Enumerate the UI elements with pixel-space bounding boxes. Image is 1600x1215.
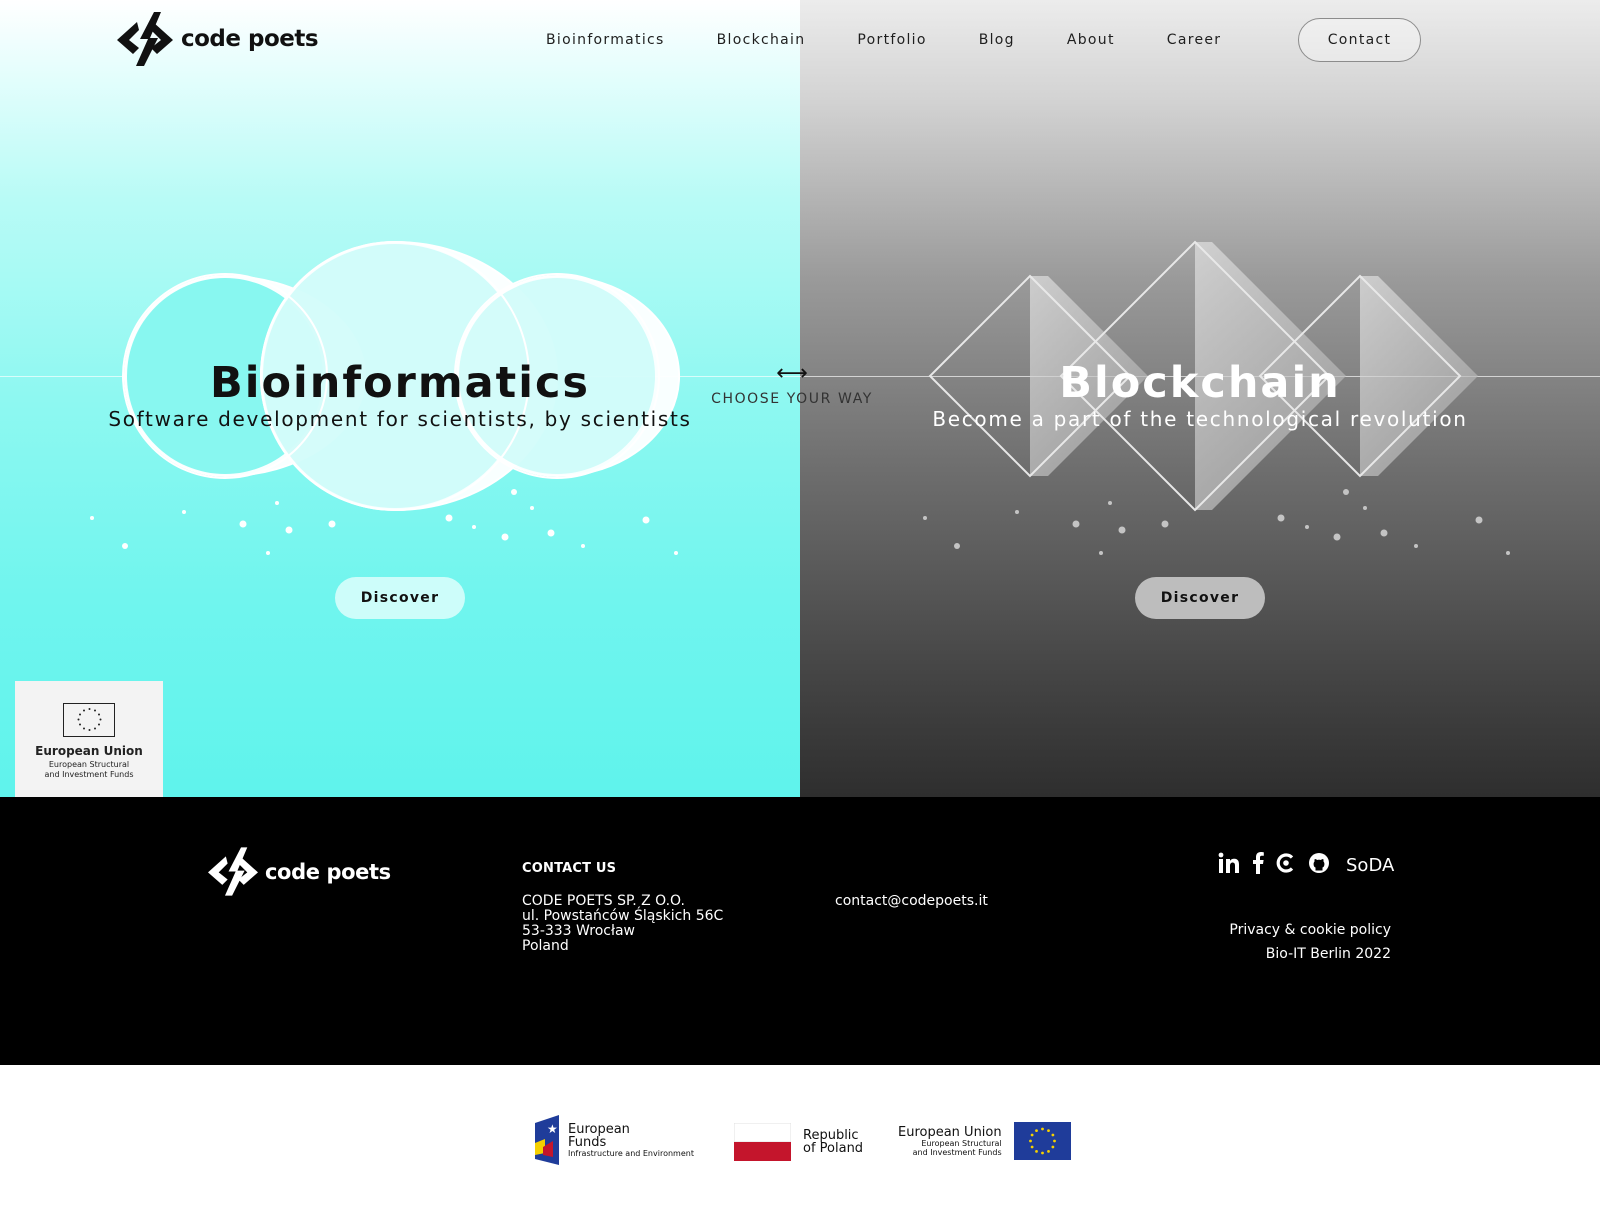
footer-logo-text: code poets bbox=[265, 859, 391, 884]
footer-logo[interactable]: code poets bbox=[208, 847, 391, 896]
eu-flag-icon bbox=[1013, 1122, 1071, 1160]
contact-email-link[interactable]: contact@codepoets.it bbox=[835, 893, 988, 909]
european-funds-title-2: Funds bbox=[568, 1134, 607, 1150]
nav-blog[interactable]: Blog bbox=[979, 32, 1015, 48]
eu-badge-subtitle: European Structural and Investment Funds bbox=[15, 760, 163, 780]
european-funds-text: European Funds Infrastructure and Enviro… bbox=[568, 1123, 694, 1158]
blockchain-title[interactable]: Blockchain bbox=[800, 357, 1600, 409]
logo[interactable]: code poets bbox=[117, 12, 319, 66]
european-funds-sub: Infrastructure and Environment bbox=[568, 1148, 694, 1158]
footer: code poets CONTACT US CODE POETS SP. Z O… bbox=[0, 797, 1600, 1065]
european-funds-title-1: European bbox=[568, 1121, 630, 1137]
bioinformatics-subtitle: Software development for scientists, by … bbox=[108, 407, 692, 431]
discover-bioinformatics-button[interactable]: Discover bbox=[335, 577, 465, 619]
eu-sub-2: and Investment Funds bbox=[912, 1147, 1002, 1157]
european-funds-icon: ★ bbox=[535, 1115, 559, 1165]
nav-career[interactable]: Career bbox=[1167, 32, 1222, 48]
poland-text: Republic of Poland bbox=[803, 1129, 863, 1155]
nav-blockchain[interactable]: Blockchain bbox=[717, 32, 806, 48]
nav-portfolio[interactable]: Portfolio bbox=[857, 32, 926, 48]
social-links: SoDA bbox=[1218, 852, 1394, 878]
address-line-3: 53-333 Wrocław bbox=[522, 923, 635, 939]
nav-about[interactable]: About bbox=[1067, 32, 1115, 48]
code-poets-logo-icon bbox=[117, 12, 173, 66]
european-funds-logo: ★ European Funds Infrastructure and Envi… bbox=[533, 1115, 694, 1165]
republic-of-poland-logo: Republic of Poland bbox=[734, 1123, 863, 1161]
bioinformatics-title[interactable]: Bioinformatics bbox=[0, 357, 800, 409]
footer-links: Privacy & cookie policy Bio-IT Berlin 20… bbox=[1229, 918, 1391, 966]
discover-blockchain-button[interactable]: Discover bbox=[1135, 577, 1265, 619]
soda-logo[interactable]: SoDA bbox=[1346, 855, 1394, 876]
eu-badge-title: European Union bbox=[35, 744, 143, 758]
company-address: CODE POETS SP. Z O.O. ul. Powstańców Ślą… bbox=[522, 894, 723, 954]
poland-flag-icon bbox=[734, 1123, 791, 1161]
nav-bioinformatics[interactable]: Bioinformatics bbox=[546, 32, 665, 48]
eu-funding-badge[interactable]: European Union European Structural and I… bbox=[15, 681, 163, 797]
hero-section: code poets Bioinformatics Blockchain Por… bbox=[0, 0, 1600, 797]
address-line-1: CODE POETS SP. Z O.O. bbox=[522, 893, 685, 909]
clutch-icon[interactable] bbox=[1276, 852, 1296, 878]
logo-text: code poets bbox=[181, 26, 319, 52]
svg-text:★: ★ bbox=[547, 1122, 558, 1136]
eu-text: European Union European Structural and I… bbox=[898, 1126, 1002, 1157]
eu-flag-icon bbox=[63, 703, 115, 737]
code-poets-logo-icon bbox=[208, 847, 258, 896]
eu-sub-1: European Structural bbox=[921, 1138, 1002, 1148]
facebook-icon[interactable] bbox=[1252, 852, 1264, 878]
address-line-4: Poland bbox=[522, 938, 569, 954]
poland-title-2: of Poland bbox=[803, 1141, 864, 1156]
eu-badge-sub-line-1: European Structural bbox=[48, 760, 130, 769]
contact-us-heading: CONTACT US bbox=[522, 861, 617, 876]
github-icon[interactable] bbox=[1308, 852, 1330, 878]
bio-it-berlin-link[interactable]: Bio-IT Berlin 2022 bbox=[1229, 942, 1391, 966]
eu-badge-sub-line-2: and Investment Funds bbox=[44, 770, 134, 779]
linkedin-icon[interactable] bbox=[1218, 852, 1240, 878]
eu-title: European Union bbox=[898, 1124, 1002, 1140]
funding-logos: ★ European Funds Infrastructure and Envi… bbox=[0, 1065, 1600, 1215]
european-union-logo: European Union European Structural and I… bbox=[898, 1122, 1071, 1160]
blockchain-subtitle: Become a part of the technological revol… bbox=[932, 407, 1468, 431]
address-line-2: ul. Powstańców Śląskich 56C bbox=[522, 908, 724, 924]
contact-button[interactable]: Contact bbox=[1298, 18, 1421, 62]
privacy-policy-link[interactable]: Privacy & cookie policy bbox=[1229, 918, 1391, 942]
main-nav: Bioinformatics Blockchain Portfolio Blog… bbox=[520, 18, 1247, 62]
